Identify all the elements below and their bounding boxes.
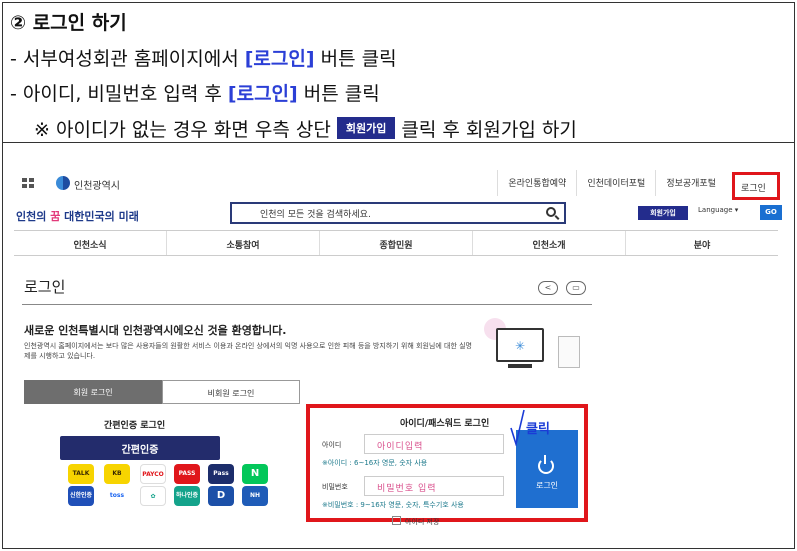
page-title: 로그인: [24, 278, 66, 296]
step-note: ※ 아이디가 없는 경우 화면 우측 상단 회원가입 클릭 후 회원가입 하기: [34, 117, 577, 141]
dream-cert-icon[interactable]: D: [208, 486, 234, 506]
nav-participation[interactable]: 소통참여: [166, 231, 319, 255]
website-screenshot: 인천광역시 온라인통합예약 인천데이터포털 정보공개포털 로그인 인천의 꿈 대…: [8, 148, 788, 546]
id-hint: ※아이디 : 6~16자 영문, 숫자 사용: [322, 459, 428, 467]
power-icon: [538, 455, 554, 474]
shinhan-cert-icon[interactable]: 신한인증: [68, 486, 94, 506]
easy-auth-title: 간편인증 로그인: [104, 421, 166, 431]
samsung-pass-icon[interactable]: Pass: [208, 464, 234, 484]
step-line-1: - 서부여성회관 홈페이지에서 [로그인] 버튼 클릭: [10, 48, 397, 70]
search-placeholder: 인천의 모든 것을 검색하세요.: [260, 210, 371, 220]
nav-about[interactable]: 인천소개: [472, 231, 625, 255]
search-icon[interactable]: [546, 207, 556, 217]
join-chip: 회원가입: [336, 117, 396, 139]
tab-guest-login[interactable]: 비회원 로그인: [162, 380, 300, 404]
menu-grid-icon[interactable]: [22, 178, 34, 188]
top-link-info-portal[interactable]: 정보공개포털: [655, 170, 726, 196]
id-label: 아이디: [322, 441, 342, 449]
hana-cert-icon[interactable]: 하나인증: [174, 486, 200, 506]
easy-auth-button[interactable]: 간편인증: [60, 436, 220, 460]
welcome-text: 새로운 인천특별시대 인천광역시에오신 것을 환영합니다.: [24, 324, 287, 337]
nav-civil[interactable]: 종합민원: [319, 231, 472, 255]
monitor-stand: [508, 364, 532, 368]
language-select[interactable]: Language ▾: [698, 206, 738, 214]
step-line-2: - 아이디, 비밀번호 입력 후 [로그인] 버튼 클릭: [10, 83, 380, 105]
nav-fields[interactable]: 분야: [625, 231, 778, 255]
step-heading: ② 로그인 하기: [10, 12, 127, 34]
password-input[interactable]: 비밀번호 입력: [364, 476, 504, 496]
welcome-description: 인천광역시 홈페이지에서는 보다 많은 사용자들의 원활한 서비스 이용과 온라…: [24, 342, 472, 360]
click-annotation: 클릭: [526, 422, 550, 437]
incheon-logo-icon: [56, 176, 70, 190]
id-input[interactable]: 아이디입력: [364, 434, 504, 454]
monitor-icon: ✳: [496, 328, 544, 362]
kakao-cert-icon[interactable]: TALK: [68, 464, 94, 484]
share-icon[interactable]: <: [538, 281, 558, 295]
search-box[interactable]: 인천의 모든 것을 검색하세요.: [230, 202, 566, 224]
print-icon[interactable]: ▭: [566, 281, 586, 295]
title-divider: [22, 304, 592, 305]
nh-cert-icon[interactable]: NH: [242, 486, 268, 506]
save-id-checkbox[interactable]: 아이디 저장: [392, 516, 439, 527]
password-hint: ※비밀번호 : 9~16자 영문, 숫자, 특수기호 사용: [322, 501, 464, 509]
join-button[interactable]: 회원가입: [638, 206, 688, 220]
login-box-title: 아이디/패스워드 로그인: [400, 419, 490, 429]
hana-app-icon[interactable]: ✿: [140, 486, 166, 506]
loading-icon: ✳: [515, 339, 526, 353]
main-nav: 인천소식 소통참여 종합민원 인천소개 분야: [14, 230, 778, 256]
nav-news[interactable]: 인천소식: [14, 231, 166, 255]
payco-cert-icon[interactable]: PAYCO: [140, 464, 166, 484]
top-link-reservation[interactable]: 온라인통합예약: [497, 170, 576, 196]
go-button[interactable]: GO: [760, 205, 782, 220]
tab-member-login[interactable]: 회원 로그인: [24, 380, 162, 404]
password-label: 비밀번호: [322, 483, 348, 491]
top-bar: 인천광역시 온라인통합예약 인천데이터포털 정보공개포털 로그인: [8, 148, 788, 200]
kb-cert-icon[interactable]: KB: [104, 464, 130, 484]
naver-cert-icon[interactable]: N: [242, 464, 268, 484]
toss-cert-icon[interactable]: toss: [104, 486, 130, 506]
login-link[interactable]: 로그인: [732, 172, 780, 200]
gov-name: 인천광역시: [74, 181, 120, 192]
check-mark-icon: [510, 409, 525, 446]
instruction-panel: ② 로그인 하기 - 서부여성회관 홈페이지에서 [로그인] 버튼 클릭 - 아…: [2, 2, 795, 143]
top-links: 온라인통합예약 인천데이터포털 정보공개포털: [497, 170, 726, 196]
pass-cert-icon[interactable]: PASS: [174, 464, 200, 484]
top-link-data-portal[interactable]: 인천데이터포털: [576, 170, 655, 196]
pc-tower-icon: [558, 336, 580, 368]
brand-logo[interactable]: 인천의 꿈 대한민국의 미래: [16, 208, 139, 224]
